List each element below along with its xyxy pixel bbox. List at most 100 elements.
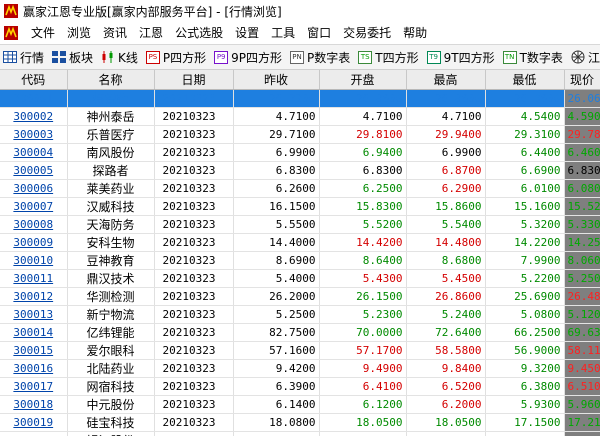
cell-code[interactable]: 300015 [0,341,68,360]
cell-date: 20210323 [154,233,234,252]
table-header-row: 代码 名称 日期 昨收 开盘 最高 最低 现价 [0,70,600,90]
header-date[interactable]: 日期 [154,70,234,90]
menu-logo-icon[interactable] [3,25,19,41]
table-row[interactable]: 300005 探路者 20210323 6.8300 6.8300 6.8700 6.690… [0,161,600,180]
header-open[interactable]: 开盘 [319,70,407,90]
table-row[interactable]: 300015 爱尔眼科 20210323 57.1600 57.1700 58.5800 5… [0,341,600,360]
cell-open: 5.4300 [319,269,407,288]
cell-prev-close: 8.6900 [233,251,320,270]
cell-code[interactable]: 300003 [0,125,68,144]
table-row[interactable]: 300019 硅宝科技 20210323 18.0800 18.0500 18.0500 1… [0,413,600,432]
table-row[interactable]: 300004 南风股份 20210323 6.9900 6.9400 6.9900 6.44… [0,143,600,162]
toolbar-t-number-table-button[interactable]: TN T数字表 [500,46,566,68]
cell-price: 29.7800 [564,125,600,144]
table-row[interactable]: 300016 北陆药业 20210323 9.4200 9.4900 9.8400 9.32… [0,359,600,378]
header-price[interactable]: 现价 [564,70,600,90]
cell-code[interactable]: 300014 [0,323,68,342]
cell-prev-close: 57.1600 [233,341,320,360]
toolbar-9t-square-button[interactable]: T9 9T四方形 [424,46,498,68]
cell-name: 天海防务 [67,215,155,234]
table-row[interactable]: 300012 华测检测 20210323 26.2000 26.1500 26.8600 2… [0,287,600,306]
cell-price: 26.0600 [564,89,600,108]
menu-window[interactable]: 窗口 [301,22,337,44]
cell-code[interactable]: 300011 [0,269,68,288]
table-row[interactable]: 300014 亿纬锂能 20210323 82.7500 70.0000 72.6400 6… [0,323,600,342]
header-name[interactable]: 名称 [67,70,155,90]
toolbar-t-square-button[interactable]: TS T四方形 [355,46,421,68]
table-row[interactable]: 300002 神州泰岳 20210323 4.7100 4.7100 4.7100 4.54… [0,107,600,126]
cell-code[interactable]: 300006 [0,179,68,198]
cell-low: 14.2200 [485,233,565,252]
cell-code[interactable]: 300009 [0,233,68,252]
cell-code[interactable]: 300016 [0,359,68,378]
cell-code[interactable]: 300018 [0,395,68,414]
cell-low: 17.1500 [485,413,565,432]
cell-code[interactable]: 300020 [0,431,68,436]
cell-high: 6.8700 [406,161,486,180]
menu-tools[interactable]: 工具 [265,22,301,44]
table-row[interactable]: 300009 安科生物 20210323 14.4000 14.4200 14.4800 1… [0,233,600,252]
cell-low: 4.5400 [485,107,565,126]
toolbar-p-square-button[interactable]: PS P四方形 [143,46,209,68]
cell-price: 26.4800 [564,287,600,306]
header-prev-close[interactable]: 昨收 [233,70,320,90]
menu-browse[interactable]: 浏览 [61,22,97,44]
table-row[interactable]: 300013 新宁物流 20210323 5.2500 5.2300 5.2400 5.08… [0,305,600,324]
toolbar-sector-button[interactable]: 板块 [49,46,96,68]
cell-code[interactable]: 300008 [0,215,68,234]
table-row[interactable]: 300003 乐普医疗 20210323 29.7100 29.8100 29.9400 2… [0,125,600,144]
cell-high: 6.2000 [406,395,486,414]
toolbar-sector-label: 板块 [69,50,94,65]
toolbar-p-number-table-button[interactable]: PN P数字表 [287,46,353,68]
toolbar-9p-square-button[interactable]: P9 9P四方形 [211,46,285,68]
table-row[interactable]: 300020银江股份202103237.74007.74008.10007.66… [0,431,600,436]
cell-high: 4.7100 [406,107,486,126]
cell-date: 20210323 [154,251,234,270]
menu-settings[interactable]: 设置 [229,22,265,44]
table-row[interactable]: 300006 莱美药业 20210323 6.2600 6.2500 6.2900 6.01… [0,179,600,198]
cell-name: 探路者 [67,161,155,180]
table-row[interactable]: 300018 中元股份 20210323 6.1400 6.1200 6.2000 5.93… [0,395,600,414]
cell-open: 26.8000 [319,89,407,108]
table-row[interactable]: 300017 网宿科技 20210323 6.3900 6.4100 6.5200 6.38… [0,377,600,396]
menu-help[interactable]: 帮助 [397,22,433,44]
header-code[interactable]: 代码 [0,70,68,90]
cell-code[interactable]: 300017 [0,377,68,396]
cell-code[interactable]: 300010 [0,251,68,270]
cell-name: 亿纬锂能 [67,323,155,342]
cell-high: 8.1000 [406,431,486,436]
cell-code[interactable]: 300002 [0,107,68,126]
menu-formula-screening[interactable]: 公式选股 [169,22,229,44]
table-row[interactable]: 300011 鼎汉技术 20210323 5.4000 5.4300 5.4500 5.22… [0,269,600,288]
cell-code[interactable]: 300013 [0,305,68,324]
toolbar-gann-wheel-button[interactable]: 江恩轮 [568,46,600,68]
cell-code[interactable]: 300007 [0,197,68,216]
header-high[interactable]: 最高 [406,70,486,90]
cell-date: 20210323 [154,197,234,216]
cell-high: 6.5200 [406,377,486,396]
table-row[interactable]: 300001 特锐德 20210323 26.7200 26.8000 26.8000 26… [0,89,600,108]
table-row[interactable]: 300008 天海防务 20210323 5.5500 5.5200 5.5400 5.32… [0,215,600,234]
toolbar-quotes-button[interactable]: 行情 [0,46,47,68]
toolbar-kline-button[interactable]: K线 [98,46,141,68]
cell-high: 15.8600 [406,197,486,216]
cell-code[interactable]: 300005 [0,161,68,180]
cell-date: 20210323 [154,215,234,234]
cell-code[interactable]: 300004 [0,143,68,162]
cell-code[interactable]: 300012 [0,287,68,306]
menu-trade[interactable]: 交易委托 [337,22,397,44]
cell-price: 69.6300 [564,323,600,342]
cell-price: 8.0600 [564,251,600,270]
table-row[interactable]: 300010 豆神教育 20210323 8.6900 8.6400 8.6800 7.99… [0,251,600,270]
menu-gann[interactable]: 江恩 [133,22,169,44]
menu-news[interactable]: 资讯 [97,22,133,44]
cell-open: 6.4100 [319,377,407,396]
cell-prev-close: 6.3900 [233,377,320,396]
cell-code[interactable]: 300001 [0,89,68,108]
cell-name: 网宿科技 [67,377,155,396]
cell-low: 5.0800 [485,305,565,324]
cell-code[interactable]: 300019 [0,413,68,432]
menu-file[interactable]: 文件 [25,22,61,44]
table-row[interactable]: 300007 汉威科技 20210323 16.1500 15.8300 15.8600 1… [0,197,600,216]
header-low[interactable]: 最低 [485,70,565,90]
